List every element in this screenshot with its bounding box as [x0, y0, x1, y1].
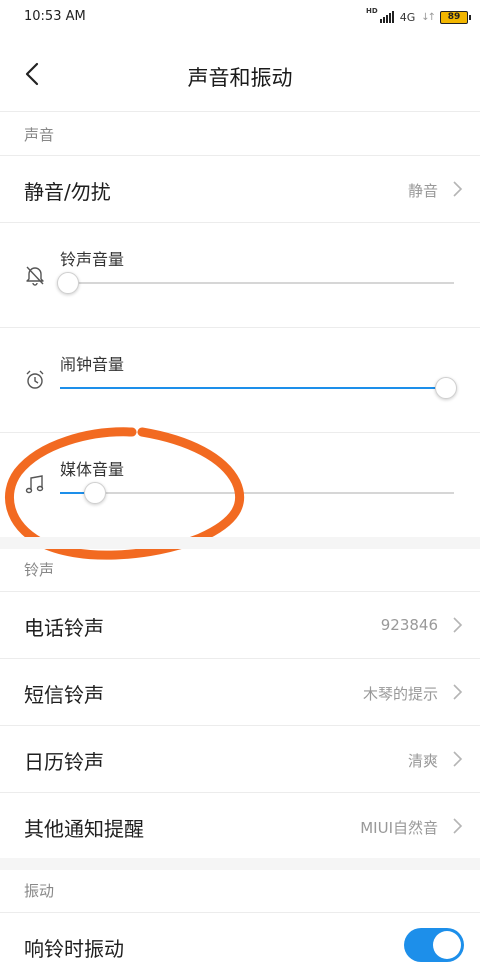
alarm-volume-row: 闹钟音量	[0, 327, 480, 432]
phone-ringtone-row[interactable]: 电话铃声 923846	[0, 592, 480, 658]
row-title: 短信铃声	[24, 683, 104, 707]
hd-indicator: HD	[366, 7, 378, 15]
chevron-right-icon	[453, 684, 463, 700]
row-title: 响铃时振动	[24, 937, 124, 961]
row-value: MIUI自然音	[360, 819, 438, 837]
alarm-volume-slider[interactable]	[60, 377, 458, 399]
section-label-sound: 声音	[24, 126, 55, 144]
section-label-ringtone: 铃声	[24, 561, 55, 579]
row-value: 静音	[407, 182, 438, 200]
battery-icon: 89	[440, 10, 471, 24]
slider-thumb[interactable]	[84, 482, 107, 504]
slider-label: 媒体音量	[60, 460, 125, 479]
row-value: 923846	[380, 616, 438, 634]
bell-off-icon	[26, 266, 44, 286]
row-title: 电话铃声	[24, 616, 104, 640]
data-activity-icon: ↓↑	[421, 11, 436, 23]
header: 声音和振动	[0, 34, 480, 112]
status-icons: HD 4G ↓↑ 89	[366, 6, 471, 28]
ring-vibrate-row: 响铃时振动	[0, 913, 480, 979]
row-title: 日历铃声	[24, 750, 104, 774]
chevron-right-icon	[453, 617, 463, 633]
chevron-right-icon	[453, 181, 463, 197]
section-gap	[0, 858, 480, 870]
slider-thumb[interactable]	[56, 272, 79, 294]
page-title: 声音和振动	[187, 66, 293, 90]
toggle-knob	[433, 931, 461, 959]
chevron-right-icon	[453, 818, 463, 834]
media-volume-slider[interactable]	[60, 482, 454, 504]
section-label-vibration: 振动	[24, 882, 55, 900]
music-note-icon	[25, 475, 44, 494]
slider-thumb[interactable]	[435, 377, 458, 399]
row-value: 木琴的提示	[362, 685, 438, 703]
section-gap	[0, 537, 480, 549]
signal-icon	[379, 11, 394, 23]
sms-ringtone-row[interactable]: 短信铃声 木琴的提示	[0, 659, 480, 725]
network-type: 4G	[399, 10, 416, 24]
status-time: 10:53 AM	[24, 9, 86, 24]
calendar-ringtone-row[interactable]: 日历铃声 清爽	[0, 726, 480, 792]
status-bar: 10:53 AM HD 4G ↓↑ 89	[0, 0, 480, 34]
slider-label: 铃声音量	[60, 250, 125, 269]
other-notification-row[interactable]: 其他通知提醒 MIUI自然音	[0, 793, 480, 859]
media-volume-row: 媒体音量	[0, 432, 480, 537]
ringtone-volume-slider[interactable]	[56, 272, 454, 294]
row-value: 清爽	[407, 752, 438, 770]
chevron-right-icon	[453, 751, 463, 767]
slider-label: 闹钟音量	[60, 355, 125, 374]
row-title: 其他通知提醒	[24, 817, 144, 841]
silent-dnd-row[interactable]: 静音/勿扰 静音	[0, 156, 480, 222]
alarm-clock-icon	[26, 370, 44, 389]
ringtone-volume-row: 铃声音量	[0, 222, 480, 327]
slider-fill	[60, 387, 447, 389]
ring-vibrate-toggle[interactable]	[404, 928, 464, 962]
row-title: 静音/勿扰	[24, 180, 111, 204]
